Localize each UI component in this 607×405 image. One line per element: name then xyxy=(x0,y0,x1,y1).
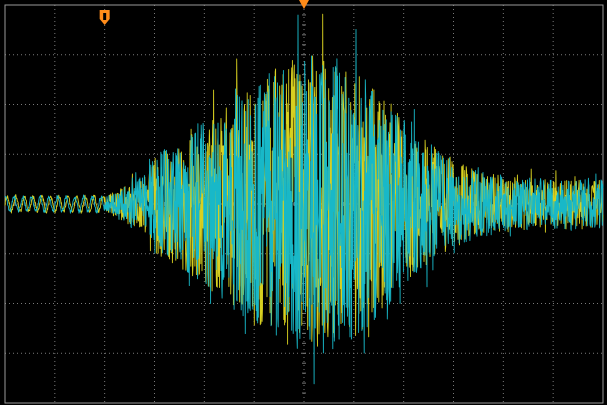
trigger-position-glyph xyxy=(103,13,107,20)
waveform-plot xyxy=(4,0,604,404)
trigger-position-marker[interactable] xyxy=(99,10,110,25)
oscilloscope-display xyxy=(0,0,607,405)
